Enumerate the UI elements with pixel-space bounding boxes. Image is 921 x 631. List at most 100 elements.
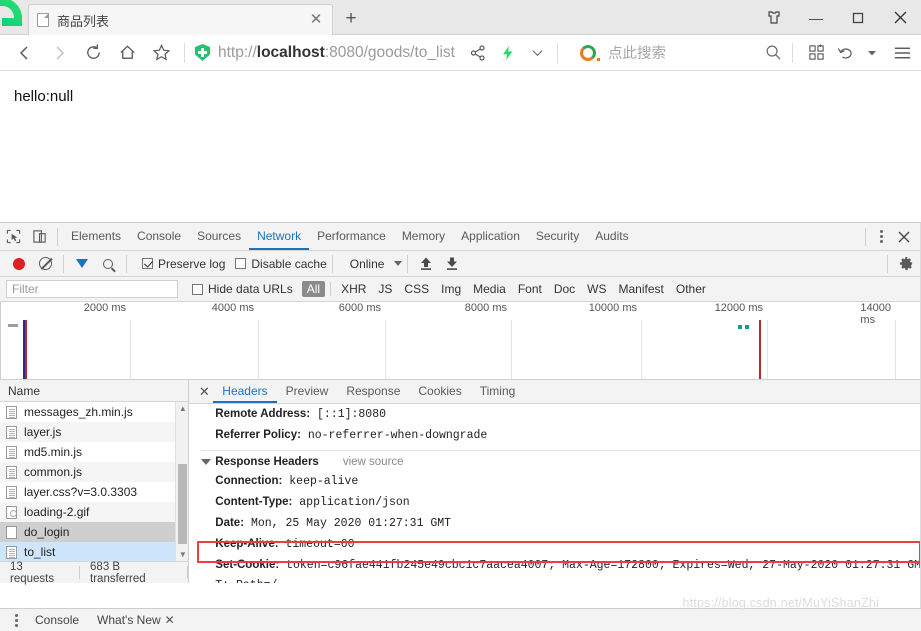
header-value: [::1]:8080 (316, 408, 386, 421)
device-toolbar-icon[interactable] (26, 224, 52, 250)
more-options-icon[interactable] (871, 224, 891, 250)
tab-elements[interactable]: Elements (63, 223, 129, 250)
scroll-down-arrow-icon[interactable]: ▼ (176, 548, 188, 561)
inspect-element-icon[interactable] (0, 224, 26, 250)
close-devtools-icon[interactable] (891, 224, 917, 250)
hamburger-menu-icon[interactable] (889, 40, 915, 66)
list-item[interactable]: common.js (0, 462, 189, 482)
search-box[interactable]: 点此搜索 (579, 42, 666, 63)
filter-input[interactable] (6, 280, 178, 298)
filter-type-media[interactable]: Media (468, 281, 511, 297)
tab-close-icon[interactable]: ✕ (308, 12, 324, 28)
chevron-down-icon[interactable] (525, 40, 551, 66)
close-window-button[interactable] (879, 0, 921, 35)
drawer-more-icon[interactable] (6, 613, 26, 627)
filter-type-img[interactable]: Img (436, 281, 466, 297)
collapse-triangle-icon[interactable] (201, 459, 212, 465)
back-icon[interactable] (8, 36, 42, 70)
search-icon[interactable] (760, 40, 786, 66)
tab-audits[interactable]: Audits (587, 223, 636, 250)
record-button[interactable] (6, 251, 32, 277)
overview-tick-4000: 4000 ms (211, 302, 254, 314)
export-har-icon[interactable] (439, 251, 465, 277)
request-list-scrollbar[interactable]: ▲ ▼ (175, 402, 189, 561)
header-row: Keep-Alive: timeout=60 (201, 534, 921, 555)
view-source-link[interactable]: view source (343, 456, 404, 468)
home-icon[interactable] (110, 36, 144, 70)
response-headers-section[interactable]: Response Headers view source (201, 453, 921, 471)
header-value: no-referrer-when-downgrade (307, 429, 488, 442)
detail-tab-response[interactable]: Response (337, 380, 409, 403)
preserve-log-checkbox[interactable]: Preserve log (142, 257, 225, 271)
detail-tab-headers[interactable]: Headers (213, 380, 277, 403)
list-item[interactable]: do_login (0, 522, 189, 542)
hide-data-urls-checkbox[interactable]: Hide data URLs (192, 282, 293, 296)
tab-network[interactable]: Network (249, 223, 310, 250)
throttling-caret-icon[interactable] (394, 261, 403, 266)
tab-application[interactable]: Application (453, 223, 528, 250)
list-item[interactable]: layer.css?v=3.0.3303 (0, 482, 189, 502)
filter-type-font[interactable]: Font (513, 281, 547, 297)
undo-dropdown-caret-icon[interactable] (859, 40, 885, 66)
share-icon[interactable] (465, 40, 491, 66)
address-bar[interactable]: http://localhost:8080/goods/to_list (195, 44, 455, 62)
detail-tab-cookies[interactable]: Cookies (409, 380, 470, 403)
list-item[interactable]: messages_zh.min.js (0, 402, 189, 422)
tab-performance[interactable]: Performance (309, 223, 394, 250)
scrollbar-thumb[interactable] (178, 464, 188, 544)
request-column-header[interactable]: Name (0, 380, 189, 402)
detail-tab-preview[interactable]: Preview (277, 380, 338, 403)
minimize-button[interactable]: — (795, 0, 837, 35)
filter-type-xhr[interactable]: XHR (336, 281, 371, 297)
maximize-button[interactable] (837, 0, 879, 35)
scroll-up-arrow-icon[interactable]: ▲ (176, 402, 188, 415)
filter-type-js[interactable]: JS (373, 281, 397, 297)
import-har-icon[interactable] (413, 251, 439, 277)
undo-icon[interactable] (833, 40, 859, 66)
header-row: Date: Mon, 25 May 2020 01:27:31 GMT (201, 513, 921, 534)
bookmark-star-icon[interactable] (144, 36, 178, 70)
tab-console[interactable]: Console (129, 223, 189, 250)
settings-gear-icon[interactable] (893, 251, 919, 277)
console-drawer: Console What's New ✕ (0, 608, 921, 631)
drawer-close-icon[interactable]: ✕ (165, 613, 175, 627)
shirt-icon[interactable] (753, 0, 795, 35)
tab-memory[interactable]: Memory (394, 223, 453, 250)
lightning-icon[interactable] (495, 40, 521, 66)
list-item[interactable]: loading-2.gif (0, 502, 189, 522)
network-overview-timeline[interactable]: 2000 ms 4000 ms 6000 ms 8000 ms 10000 ms… (0, 302, 921, 380)
transferred-size: 683 B transferred (90, 560, 146, 585)
filter-toggle-icon[interactable] (69, 251, 95, 281)
search-requests-icon[interactable] (95, 251, 121, 277)
request-list[interactable]: messages_zh.min.js layer.js md5.min.js c… (0, 402, 189, 561)
filter-type-all[interactable]: All (301, 281, 326, 297)
watermark: https://blog.csdn.net/MuYiShanZhi (682, 596, 879, 610)
overview-request-bar (8, 324, 18, 327)
clear-button[interactable] (32, 251, 58, 277)
new-tab-button[interactable]: + (340, 8, 362, 30)
filter-type-ws[interactable]: WS (582, 281, 611, 297)
reload-icon[interactable] (76, 36, 110, 70)
detail-tab-timing[interactable]: Timing (471, 380, 525, 403)
filter-type-manifest[interactable]: Manifest (614, 281, 669, 297)
disable-cache-checkbox[interactable]: Disable cache (235, 257, 327, 271)
browser-tab[interactable]: 商品列表 ✕ (28, 4, 333, 35)
drawer-tab-console[interactable]: Console (26, 613, 88, 627)
tab-security[interactable]: Security (528, 223, 587, 250)
tab-sources[interactable]: Sources (189, 223, 249, 250)
filter-type-css[interactable]: CSS (399, 281, 434, 297)
filter-type-doc[interactable]: Doc (549, 281, 580, 297)
list-item[interactable]: md5.min.js (0, 442, 189, 462)
apps-grid-icon[interactable] (803, 40, 829, 66)
header-row: Connection: keep-alive (201, 471, 921, 492)
devtools-right-divider (865, 227, 866, 246)
drawer-tab-whats-new[interactable]: What's New (88, 613, 163, 627)
close-detail-icon[interactable]: ✕ (195, 384, 213, 400)
network-toolbar: Preserve log Disable cache Online (0, 251, 921, 281)
filter-type-other[interactable]: Other (671, 281, 711, 297)
throttling-select[interactable]: Online (350, 257, 385, 271)
list-item[interactable]: layer.js (0, 422, 189, 442)
header-key: Set-Cookie: (215, 559, 280, 571)
network-panes: Name messages_zh.min.js layer.js md5.min… (0, 380, 921, 585)
list-item[interactable]: to_list (0, 542, 189, 561)
